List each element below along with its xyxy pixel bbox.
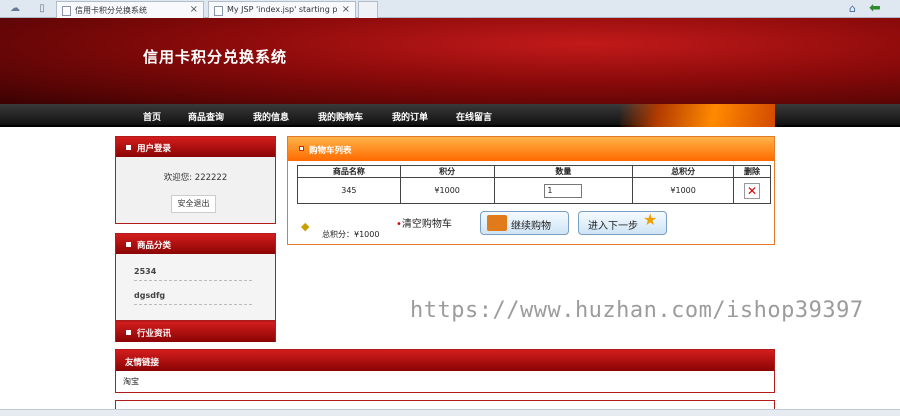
new-tab-button[interactable] [358,1,378,18]
cloud-icon[interactable]: ☁ [9,3,21,15]
cell-quantity: 1 [493,177,634,204]
tab-label: My JSP 'index.jsp' starting p [227,5,338,14]
login-panel-header: 用户登录 [116,137,275,157]
nav-product-search[interactable]: 商品查询 [188,110,224,123]
category-item[interactable]: 2534 [134,267,252,281]
page-icon [62,6,71,16]
square-bullet-icon [299,146,304,151]
main-nav: 首页 商品查询 我的信息 我的购物车 我的订单 在线留言 [0,104,900,127]
cart-total: 总积分：¥1000 [322,230,380,239]
phone-icon[interactable]: ▯ [36,3,48,15]
quantity-input[interactable]: 1 [544,183,583,198]
browser-tab-2[interactable]: My JSP 'index.jsp' starting p × [208,1,356,18]
col-header-delete: 删除 [733,165,771,178]
friendly-links-panel: 友情链接 淘宝 [115,349,775,393]
square-bullet-icon [126,242,131,247]
back-arrow-icon[interactable]: ⬅ [869,0,881,16]
nav-flare-decoration [620,104,775,127]
browser-status-bar [0,409,900,416]
news-panel-title: 行业资讯 [137,329,172,339]
delete-x-icon[interactable]: ✕ [744,182,761,199]
cell-product-name: 345 [297,177,401,204]
cell-delete: ✕ [733,177,771,204]
shopping-cart-icon [487,215,507,231]
watermark-text: https://www.huzhan.com/ishop39397 [410,298,864,323]
next-step-button[interactable]: 进入下一步 ★ [578,210,667,235]
table-header-row: 商品名称 积分 数量 总积分 删除 [297,165,771,178]
cell-total: ¥1000 [632,177,735,204]
tab-label: 信用卡积分兑换系统 [75,6,147,15]
cart-panel: 购物车列表 商品名称 积分 数量 总积分 删除 345 ¥1000 1 ¥100… [287,136,775,245]
category-item[interactable]: dgsdfg [134,291,252,305]
category-panel-header: 商品分类 [116,234,275,254]
col-header-name: 商品名称 [297,165,401,178]
close-icon[interactable]: × [342,4,350,15]
nav-my-cart[interactable]: 我的购物车 [318,110,363,123]
news-panel-header[interactable]: 行业资讯 [116,322,275,342]
cart-panel-header: 购物车列表 [288,137,774,161]
close-icon[interactable]: × [190,4,198,15]
nav-home[interactable]: 首页 [143,110,161,123]
welcome-text: 欢迎您: 222222 [163,173,228,183]
login-panel: 用户登录 欢迎您: 222222 安全退出 [115,136,276,224]
news-panel: 行业资讯 [115,321,276,342]
col-header-total: 总积分 [632,165,735,178]
home-icon[interactable]: ⌂ [849,2,861,15]
cart-table: 商品名称 积分 数量 总积分 删除 345 ¥1000 1 ¥1000 ✕ [297,165,771,204]
site-banner: 信用卡积分兑换系统 [0,18,900,104]
browser-tab-1[interactable]: 信用卡积分兑换系统 × [56,1,204,18]
browser-tab-bar: ☁ ▯ 信用卡积分兑换系统 × My JSP 'index.jsp' start… [0,0,900,18]
clear-cart-label: 清空购物车 [401,219,452,230]
clear-cart-button[interactable]: •清空购物车 [390,211,475,232]
cart-panel-title: 购物车列表 [309,146,352,156]
square-bullet-icon [126,145,131,150]
nav-my-orders[interactable]: 我的订单 [392,110,428,123]
table-row: 345 ¥1000 1 ¥1000 ✕ [297,177,771,204]
site-title: 信用卡积分兑换系统 [143,48,288,66]
friendly-links-title: 友情链接 [116,350,774,371]
next-step-label: 进入下一步 [588,221,638,232]
col-header-points: 积分 [399,165,495,178]
continue-shopping-button[interactable]: 继续购物 [480,211,569,235]
coins-icon: ◆ [301,220,310,233]
nav-my-info[interactable]: 我的信息 [253,110,289,123]
nav-messages[interactable]: 在线留言 [456,110,492,123]
logout-button[interactable]: 安全退出 [171,195,216,213]
page-icon [214,6,223,16]
category-panel-title: 商品分类 [137,241,172,251]
category-panel: 商品分类 2534 dgsdfg [115,233,276,321]
friendly-link[interactable]: 淘宝 [123,377,139,386]
square-bullet-icon [126,330,131,335]
login-panel-title: 用户登录 [137,144,172,154]
running-figure-icon: ★ [643,210,658,229]
continue-shopping-label: 继续购物 [511,221,551,232]
cell-points: ¥1000 [399,177,495,204]
col-header-quantity: 数量 [493,165,634,178]
